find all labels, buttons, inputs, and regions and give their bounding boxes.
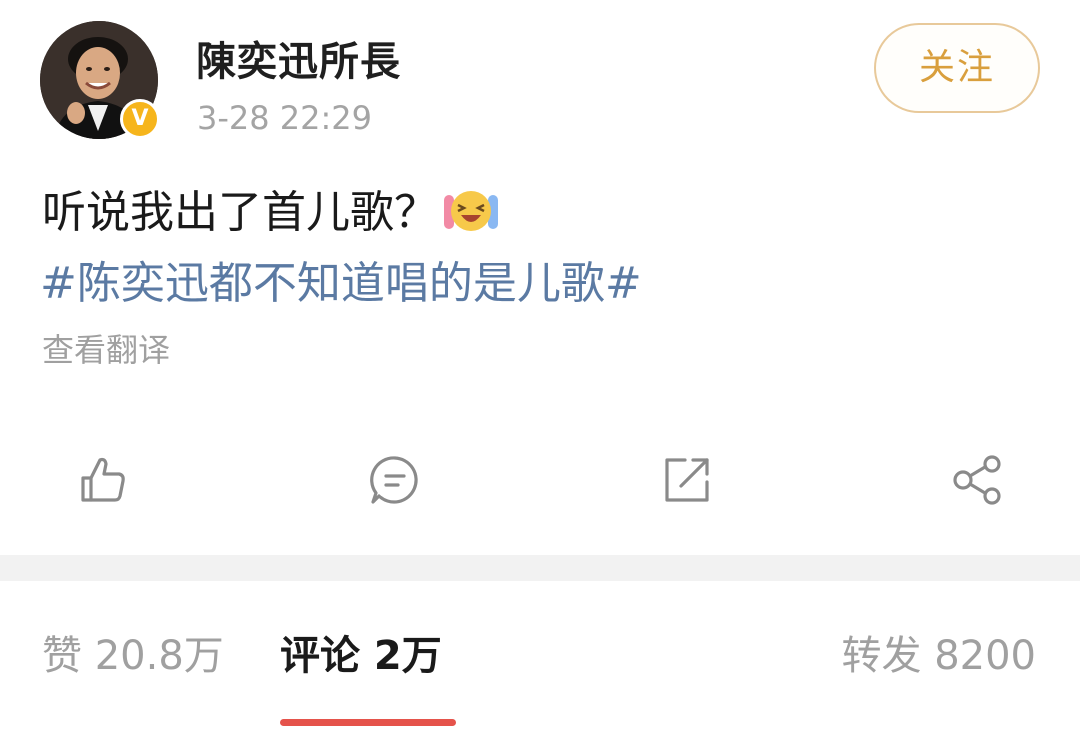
tab-reposts[interactable]: 转发 8200 [841,630,1036,682]
verified-badge-icon: V [120,99,160,139]
share-icon[interactable] [950,452,1006,508]
like-icon[interactable] [75,452,131,508]
tab-comments[interactable]: 评论 2万 [280,630,442,682]
repost-icon[interactable] [659,452,715,508]
view-translation-link[interactable]: 查看翻译 [42,330,170,370]
follow-button[interactable]: 关注 [874,23,1040,113]
post-text: 听说我出了首儿歌？ [42,187,438,238]
hashtag-link[interactable]: #陈奕迅都不知道唱的是儿歌# [40,256,642,312]
username[interactable]: 陳奕迅所長 [196,38,401,86]
section-divider [0,555,1080,581]
active-tab-indicator [280,719,456,726]
weibo-post-page: V 陳奕迅所長 3-28 22:29 关注 听说我出了首儿歌？ #陈奕迅都不知道… [0,0,1080,735]
tab-likes[interactable]: 赞 20.8万 [42,630,224,682]
comment-icon[interactable] [367,452,423,508]
post-content: 听说我出了首儿歌？ [42,183,500,241]
avatar-container[interactable]: V [40,21,160,139]
post-timestamp: 3-28 22:29 [197,99,373,137]
laugh-cry-emoji-icon [442,183,500,235]
